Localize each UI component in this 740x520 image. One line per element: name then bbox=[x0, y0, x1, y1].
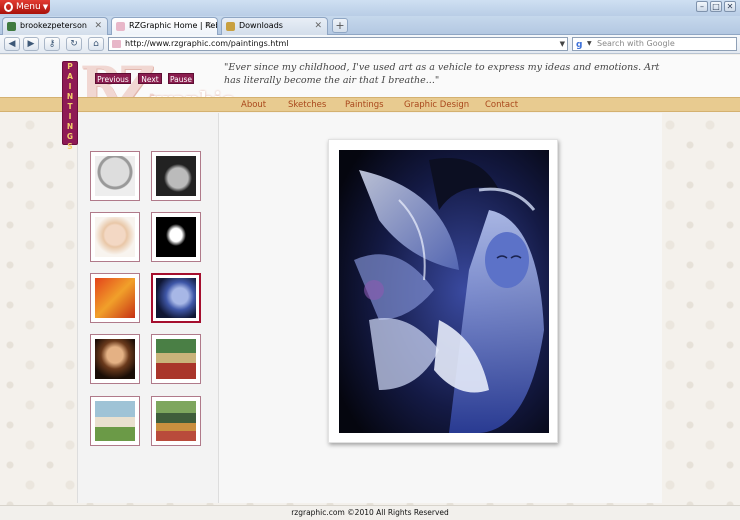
key-icon[interactable]: ⚷ bbox=[44, 37, 60, 51]
thumbnail[interactable] bbox=[90, 273, 140, 323]
section-tag-letter: I bbox=[68, 82, 72, 91]
close-tab-icon[interactable]: ✕ bbox=[314, 18, 322, 34]
next-button[interactable]: Next bbox=[138, 73, 162, 84]
section-tag-letter: P bbox=[67, 62, 73, 71]
close-window-icon[interactable]: ✕ bbox=[724, 1, 736, 12]
thumbnail[interactable] bbox=[90, 212, 140, 262]
thumbnail[interactable] bbox=[151, 151, 201, 201]
thumbnail[interactable] bbox=[90, 151, 140, 201]
section-tag-letter: T bbox=[67, 102, 73, 111]
previous-button[interactable]: Previous bbox=[95, 73, 131, 84]
painting-image bbox=[339, 150, 549, 433]
pause-button[interactable]: Pause bbox=[168, 73, 194, 84]
thumbnail-image bbox=[95, 278, 135, 318]
thumbnail-image bbox=[156, 217, 196, 257]
section-tag-letter: N bbox=[66, 92, 74, 101]
tab-rzgraphic[interactable]: RZGraphic Home | Reb... ✕ bbox=[111, 17, 218, 36]
chevron-down-icon: ▼ bbox=[42, 3, 49, 11]
featured-painting[interactable] bbox=[339, 150, 549, 433]
site-favicon-icon bbox=[112, 40, 121, 48]
thumbnail-image bbox=[95, 401, 135, 441]
tab-bar: brookezpeterson ✕ RZGraphic Home | Reb..… bbox=[0, 16, 740, 36]
reload-icon[interactable]: ↻ bbox=[66, 37, 82, 51]
painting-frame bbox=[328, 139, 558, 443]
thumbnail-image bbox=[95, 339, 135, 379]
tab-brookezpeterson[interactable]: brookezpeterson ✕ bbox=[2, 17, 108, 35]
chevron-down-icon[interactable]: ▼ bbox=[560, 38, 565, 50]
thumbnail[interactable] bbox=[151, 212, 201, 262]
thumbnail-image bbox=[95, 156, 135, 196]
section-tag-letter: N bbox=[66, 122, 74, 131]
nav-contact[interactable]: Contact bbox=[485, 98, 518, 112]
tab-favicon-icon bbox=[7, 22, 16, 31]
thumbnail[interactable] bbox=[151, 334, 201, 384]
thumbnail-image bbox=[156, 278, 196, 318]
page-footer: rzgraphic.com ©2010 All Rights Reserved bbox=[0, 505, 740, 520]
section-tag-letter: I bbox=[68, 112, 72, 121]
forward-icon[interactable]: ▶ bbox=[23, 37, 39, 51]
thumbnail[interactable] bbox=[90, 334, 140, 384]
thumbnail[interactable] bbox=[90, 396, 140, 446]
nav-paintings[interactable]: Paintings bbox=[345, 98, 384, 112]
address-input[interactable]: http://www.rzgraphic.com/paintings.html … bbox=[108, 37, 568, 51]
tab-label: Downloads bbox=[239, 21, 283, 30]
nav-graphic-design[interactable]: Graphic Design bbox=[404, 98, 469, 112]
chevron-down-icon[interactable]: ▼ bbox=[587, 38, 592, 50]
google-icon: g bbox=[576, 40, 583, 50]
tab-favicon-icon bbox=[226, 22, 235, 31]
close-tab-icon[interactable]: ✕ bbox=[94, 18, 102, 34]
url-text: http://www.rzgraphic.com/paintings.html bbox=[125, 39, 289, 48]
thumbnail[interactable] bbox=[151, 396, 201, 446]
thumbnail-selected[interactable] bbox=[151, 273, 201, 323]
window-controls: – □ ✕ bbox=[696, 1, 736, 12]
close-tab-icon[interactable]: ✕ bbox=[204, 18, 212, 34]
nav-about[interactable]: About bbox=[241, 98, 266, 112]
main-nav: About Sketches Paintings Graphic Design … bbox=[0, 97, 740, 112]
address-toolbar: ◀ ▶ ⚷ ↻ ⌂ http://www.rzgraphic.com/paint… bbox=[0, 35, 740, 54]
thumbnail-image bbox=[156, 339, 196, 379]
header-quote: "Ever since my childhood, I've used art … bbox=[224, 62, 660, 86]
home-icon[interactable]: ⌂ bbox=[88, 37, 104, 51]
section-tag-letter: S bbox=[67, 142, 73, 151]
section-tag-paintings: PAINTINGS bbox=[62, 61, 78, 151]
thumbnail-image bbox=[156, 156, 196, 196]
section-tag-letter: A bbox=[67, 72, 73, 81]
tab-downloads[interactable]: Downloads ✕ bbox=[221, 17, 328, 35]
tab-favicon-icon bbox=[116, 22, 125, 31]
tab-label: brookezpeterson bbox=[20, 21, 87, 30]
back-icon[interactable]: ◀ bbox=[4, 37, 20, 51]
maximize-icon[interactable]: □ bbox=[710, 1, 722, 12]
menu-label: Menu bbox=[16, 2, 41, 12]
thumbnail-image bbox=[156, 401, 196, 441]
nav-sketches[interactable]: Sketches bbox=[288, 98, 326, 112]
title-bar: Menu ▼ – □ ✕ bbox=[0, 0, 740, 16]
search-placeholder: Search with Google bbox=[597, 39, 675, 48]
minimize-icon[interactable]: – bbox=[696, 1, 708, 12]
search-input[interactable]: g ▼ Search with Google bbox=[572, 37, 737, 51]
new-tab-icon[interactable]: + bbox=[332, 18, 348, 33]
section-tag-letter: G bbox=[66, 132, 74, 141]
thumbnail-image bbox=[95, 217, 135, 257]
opera-logo-icon bbox=[4, 2, 13, 12]
opera-menu-button[interactable]: Menu ▼ bbox=[0, 0, 50, 14]
